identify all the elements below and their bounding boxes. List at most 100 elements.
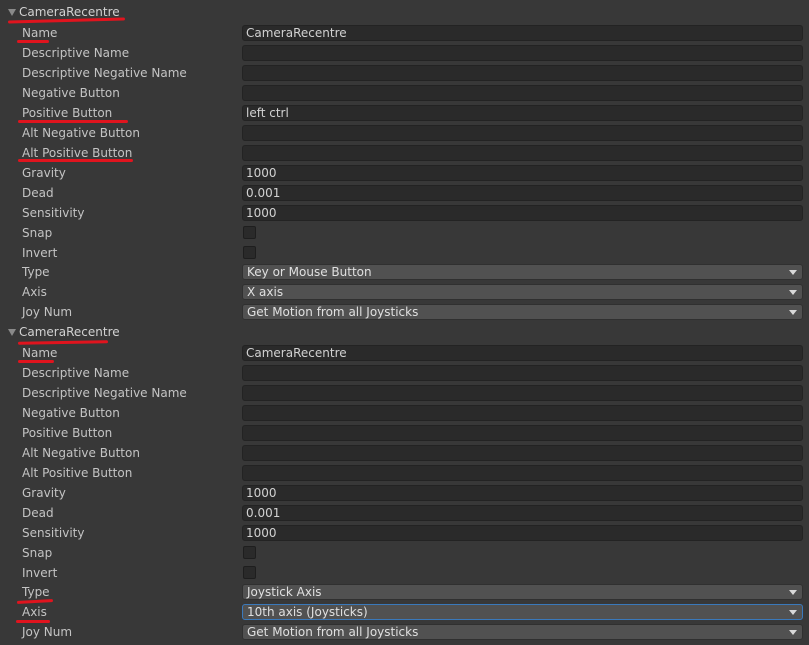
sensitivity-field[interactable]: 1000 xyxy=(242,205,803,221)
annotation-underline xyxy=(18,159,133,162)
descriptive-name-label: Descriptive Name xyxy=(22,366,130,380)
snap-label: Snap xyxy=(22,226,53,240)
invert-label: Invert xyxy=(22,566,58,580)
chevron-down-icon xyxy=(789,590,797,595)
axis-dropdown[interactable]: X axis xyxy=(242,284,803,300)
name-field[interactable]: CameraRecentre xyxy=(242,25,803,41)
invert-checkbox[interactable] xyxy=(243,566,256,579)
row-positive-button: Positive Button xyxy=(0,423,809,443)
chevron-down-icon xyxy=(789,610,797,615)
row-axis: Axis X axis xyxy=(0,282,809,302)
annotation-underline xyxy=(18,360,54,363)
alt-positive-button-field[interactable] xyxy=(242,145,803,161)
gravity-field[interactable]: 1000 xyxy=(242,165,803,181)
axis-group-title: CameraRecentre xyxy=(19,325,120,339)
alt-negative-button-field[interactable] xyxy=(242,125,803,141)
alt-negative-button-field[interactable] xyxy=(242,445,803,461)
foldout-triangle-icon[interactable] xyxy=(8,328,16,336)
snap-checkbox[interactable] xyxy=(243,546,256,559)
joy-num-label: Joy Num xyxy=(22,625,73,639)
row-descriptive-negative-name: Descriptive Negative Name xyxy=(0,63,809,83)
gravity-label: Gravity xyxy=(22,486,66,500)
name-label: Name xyxy=(22,26,58,40)
positive-button-label: Positive Button xyxy=(22,426,113,440)
row-invert: Invert xyxy=(0,563,809,583)
row-name: Name CameraRecentre xyxy=(0,343,809,363)
sensitivity-field[interactable]: 1000 xyxy=(242,525,803,541)
descriptive-negative-name-label: Descriptive Negative Name xyxy=(22,386,187,400)
positive-button-field[interactable] xyxy=(242,425,803,441)
sensitivity-label: Sensitivity xyxy=(22,526,85,540)
descriptive-negative-name-field[interactable] xyxy=(242,65,803,81)
axis-dropdown-value: X axis xyxy=(247,285,284,299)
row-dead: Dead 0.001 xyxy=(0,183,809,203)
row-snap: Snap xyxy=(0,223,809,243)
row-negative-button: Negative Button xyxy=(0,83,809,103)
chevron-down-icon xyxy=(789,310,797,315)
joy-num-dropdown[interactable]: Get Motion from all Joysticks xyxy=(242,304,803,320)
invert-checkbox[interactable] xyxy=(243,246,256,259)
positive-button-field[interactable]: left ctrl xyxy=(242,105,803,121)
descriptive-name-field[interactable] xyxy=(242,45,803,61)
negative-button-field[interactable] xyxy=(242,405,803,421)
foldout-triangle-icon[interactable] xyxy=(8,8,16,16)
alt-negative-button-label: Alt Negative Button xyxy=(22,126,140,140)
alt-positive-button-label: Alt Positive Button xyxy=(22,466,133,480)
descriptive-negative-name-field[interactable] xyxy=(242,385,803,401)
row-type: Type Joystick Axis xyxy=(0,582,809,602)
joy-num-dropdown[interactable]: Get Motion from all Joysticks xyxy=(242,624,803,640)
type-dropdown[interactable]: Joystick Axis xyxy=(242,584,803,600)
row-joy-num: Joy Num Get Motion from all Joysticks xyxy=(0,302,809,322)
annotation-underline xyxy=(18,120,128,123)
snap-checkbox[interactable] xyxy=(243,226,256,239)
gravity-label: Gravity xyxy=(22,166,66,180)
type-label: Type xyxy=(22,265,50,279)
descriptive-negative-name-label: Descriptive Negative Name xyxy=(22,66,187,80)
axis-label: Axis xyxy=(22,605,47,619)
snap-label: Snap xyxy=(22,546,53,560)
negative-button-field[interactable] xyxy=(242,85,803,101)
axis-label: Axis xyxy=(22,285,47,299)
annotation-underline xyxy=(16,620,50,623)
chevron-down-icon xyxy=(789,630,797,635)
type-label: Type xyxy=(22,585,50,599)
negative-button-label: Negative Button xyxy=(22,86,120,100)
joy-num-dropdown-value: Get Motion from all Joysticks xyxy=(247,305,419,319)
joy-num-dropdown-value: Get Motion from all Joysticks xyxy=(247,625,419,639)
row-invert: Invert xyxy=(0,243,809,263)
row-type: Type Key or Mouse Button xyxy=(0,262,809,282)
row-gravity: Gravity 1000 xyxy=(0,483,809,503)
axis-group-title: CameraRecentre xyxy=(19,5,120,19)
row-alt-positive-button: Alt Positive Button xyxy=(0,463,809,483)
axis-dropdown[interactable]: 10th axis (Joysticks) xyxy=(242,604,803,620)
axis-group-header[interactable]: CameraRecentre xyxy=(0,322,809,342)
invert-label: Invert xyxy=(22,246,58,260)
row-joy-num: Joy Num Get Motion from all Joysticks xyxy=(0,622,809,642)
row-axis: Axis 10th axis (Joysticks) xyxy=(0,602,809,622)
row-descriptive-name: Descriptive Name xyxy=(0,43,809,63)
row-dead: Dead 0.001 xyxy=(0,503,809,523)
name-label: Name xyxy=(22,346,58,360)
chevron-down-icon xyxy=(789,290,797,295)
gravity-field[interactable]: 1000 xyxy=(242,485,803,501)
name-field[interactable]: CameraRecentre xyxy=(242,345,803,361)
dead-field[interactable]: 0.001 xyxy=(242,505,803,521)
chevron-down-icon xyxy=(789,270,797,275)
row-descriptive-name: Descriptive Name xyxy=(0,363,809,383)
descriptive-name-label: Descriptive Name xyxy=(22,46,130,60)
dead-label: Dead xyxy=(22,186,54,200)
alt-positive-button-field[interactable] xyxy=(242,465,803,481)
type-dropdown-value: Key or Mouse Button xyxy=(247,265,372,279)
row-negative-button: Negative Button xyxy=(0,403,809,423)
type-dropdown[interactable]: Key or Mouse Button xyxy=(242,264,803,280)
sensitivity-label: Sensitivity xyxy=(22,206,85,220)
row-sensitivity: Sensitivity 1000 xyxy=(0,203,809,223)
annotation-underline xyxy=(17,40,49,43)
descriptive-name-field[interactable] xyxy=(242,365,803,381)
row-alt-negative-button: Alt Negative Button xyxy=(0,123,809,143)
row-descriptive-negative-name: Descriptive Negative Name xyxy=(0,383,809,403)
dead-field[interactable]: 0.001 xyxy=(242,185,803,201)
row-sensitivity: Sensitivity 1000 xyxy=(0,523,809,543)
row-alt-negative-button: Alt Negative Button xyxy=(0,443,809,463)
joy-num-label: Joy Num xyxy=(22,305,73,319)
